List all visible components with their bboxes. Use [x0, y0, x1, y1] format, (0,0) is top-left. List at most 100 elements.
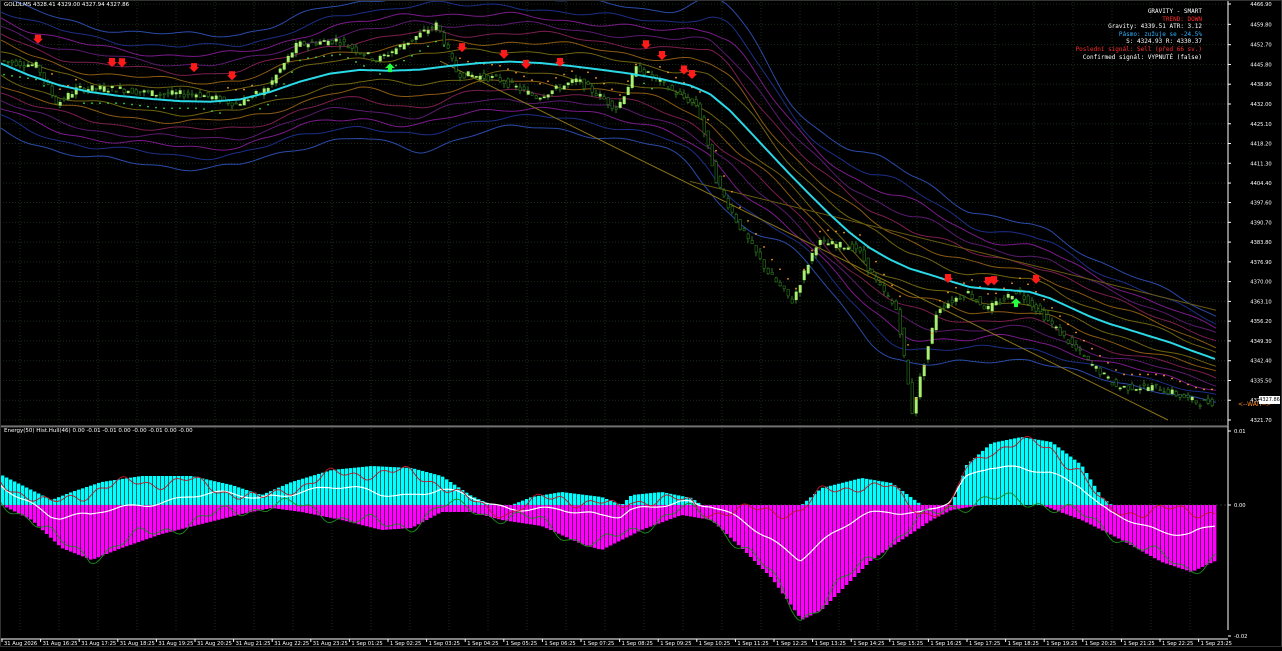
hist-neg-bar — [261, 505, 264, 510]
candle-body — [619, 102, 621, 107]
trail-dot — [835, 231, 837, 233]
trading-chart[interactable]: 4466.904459.804452.704445.804438.904432.… — [0, 0, 1282, 647]
hist-neg-bar — [9, 505, 12, 510]
trail-dot — [203, 108, 205, 110]
hist-neg-bar — [569, 505, 572, 539]
candle-body — [899, 310, 901, 334]
candle-body — [675, 93, 677, 95]
hist-pos-bar — [157, 476, 160, 505]
candle-body — [843, 248, 845, 249]
price-tick-label: 4342.40 — [1250, 359, 1271, 365]
candle-body — [611, 101, 613, 108]
hist-neg-bar — [805, 505, 808, 618]
candle-body — [559, 88, 561, 90]
candle-body — [739, 220, 741, 230]
price-tick-label: 4432.00 — [1250, 102, 1271, 108]
hist-pos-bar — [281, 486, 284, 505]
trail-dot — [723, 175, 725, 177]
trail-dot — [539, 83, 541, 85]
candle-body — [883, 285, 885, 291]
hist-neg-bar — [853, 505, 856, 577]
candle-body — [671, 85, 673, 90]
candle-body — [767, 268, 769, 273]
trail-dot — [827, 229, 829, 231]
hist-neg-bar — [329, 505, 332, 518]
candle-body — [19, 62, 21, 66]
price-tick-label: 4363.10 — [1250, 299, 1271, 305]
hist-pos-bar — [405, 468, 408, 505]
candle-body — [439, 26, 441, 31]
candle-body — [615, 108, 617, 110]
candle-body — [1187, 395, 1189, 398]
chart-canvas[interactable]: 4466.904459.804452.704445.804438.904432.… — [0, 0, 1282, 647]
trail-dot — [619, 94, 621, 96]
trail-dot — [355, 61, 357, 63]
hist-neg-bar — [585, 505, 588, 546]
hist-neg-bar — [193, 505, 196, 526]
hist-pos-bar — [385, 467, 388, 505]
candle-body — [371, 59, 373, 61]
candle-body — [831, 241, 833, 244]
hist-pos-bar — [333, 470, 336, 505]
candle-body — [811, 253, 813, 261]
hist-neg-bar — [413, 505, 416, 526]
hist-pos-bar — [225, 484, 228, 505]
hist-pos-bar — [973, 458, 976, 505]
hist-neg-bar — [921, 505, 924, 526]
candle-body — [1071, 338, 1073, 344]
trail-dot — [283, 83, 285, 85]
trail-dot — [243, 89, 245, 91]
trail-dot — [1179, 381, 1181, 383]
candle-body — [783, 286, 785, 289]
hist-pos-bar — [609, 501, 612, 505]
hist-neg-bar — [197, 505, 200, 525]
candle-body — [819, 240, 821, 244]
outer-frame — [1, 1, 1282, 647]
hist-neg-bar — [285, 505, 288, 510]
hist-neg-bar — [381, 505, 384, 530]
info-sr: S: 4324.93 R: 4330.37 — [1076, 38, 1202, 46]
trail-dot — [987, 293, 989, 295]
hist-neg-bar — [173, 505, 176, 531]
trail-dot — [435, 41, 437, 43]
hist-neg-bar — [289, 505, 292, 511]
hist-neg-bar — [461, 505, 464, 512]
hist-pos-bar — [133, 477, 136, 505]
candle-body — [543, 97, 545, 98]
hist-neg-bar — [1097, 505, 1100, 529]
trail-dot — [803, 269, 805, 271]
candle-body — [663, 81, 665, 82]
candle-body — [307, 44, 309, 47]
candle-body — [731, 206, 733, 212]
candle-body — [515, 86, 517, 87]
hist-pos-bar — [253, 493, 256, 505]
trail-dot — [59, 88, 61, 90]
hist-pos-bar — [453, 485, 456, 505]
hist-neg-bar — [1049, 505, 1052, 508]
candle-body — [159, 94, 161, 95]
candle-body — [827, 244, 829, 245]
hist-neg-bar — [529, 505, 532, 524]
candle-body — [863, 250, 865, 261]
hist-pos-bar — [845, 482, 848, 505]
hist-pos-bar — [425, 472, 428, 505]
hist-neg-bar — [813, 505, 816, 614]
hist-pos-bar — [881, 482, 884, 506]
hist-neg-bar — [449, 505, 452, 512]
hist-neg-bar — [637, 505, 640, 532]
hist-pos-bar — [297, 480, 300, 505]
trail-dot — [259, 108, 261, 110]
hist-pos-bar — [45, 498, 48, 506]
hist-neg-bar — [1201, 505, 1204, 567]
candle-body — [191, 94, 193, 95]
candle-body — [579, 80, 581, 82]
energy-subwindow — [0, 427, 1228, 620]
hist-neg-bar — [541, 505, 544, 526]
candle-body — [787, 289, 789, 295]
candle-body — [1047, 315, 1049, 321]
trail-dot — [83, 102, 85, 104]
candle-body — [431, 27, 433, 28]
hist-pos-bar — [221, 483, 224, 505]
candle-body — [383, 55, 385, 56]
candle-body — [335, 39, 337, 41]
